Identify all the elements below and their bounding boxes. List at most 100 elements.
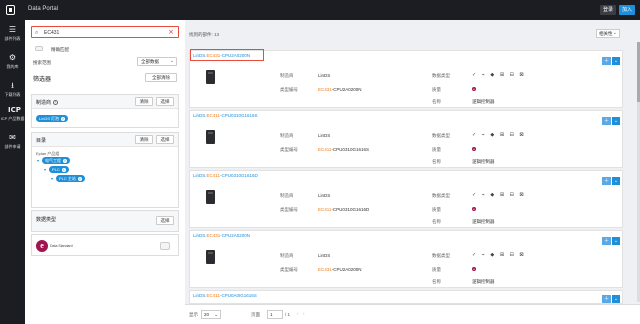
eplan-standard-label: Data Standard	[50, 244, 73, 248]
field-label-manufacturer: 制造商	[280, 253, 294, 258]
join-button[interactable]: 加入	[619, 5, 635, 15]
results-panel: 找到的部件: 13 相关性 ⌄ LinDS.EC431-CPU2A0200N 制…	[185, 20, 640, 324]
part-thumbnail[interactable]	[206, 130, 215, 144]
field-value-type-no: EC431-CPU2A0200N	[318, 87, 362, 92]
list-icon: ☰	[8, 25, 17, 34]
field-label-name: 名称	[432, 99, 441, 104]
top-bar: Data Portal 登录 加入	[0, 0, 640, 20]
part-name-link[interactable]: LinDS.EC411-CPU0A0IG1616S	[193, 293, 257, 298]
pagination-bar: 显示 20 ⌄ 页面 1 / 1 ‹ ›	[185, 304, 640, 324]
field-label-cert: 质量	[432, 87, 441, 92]
eplan-standard-checkbox[interactable]	[160, 242, 170, 250]
dropdown-chevron-icon[interactable]: ⌄	[612, 177, 620, 185]
per-page-select[interactable]: 20 ⌄	[201, 310, 221, 319]
add-to-library-icon[interactable]: ＋	[602, 177, 611, 185]
field-label-type-no: 类型编号	[280, 147, 298, 152]
add-to-library-icon[interactable]: ＋	[602, 57, 611, 65]
manufacturer-card-header: 制造商 i 清除 选择	[32, 95, 178, 109]
eplan-cert-icon: e	[472, 267, 476, 272]
app-logo-icon[interactable]	[6, 5, 15, 15]
nav-item-icp[interactable]: ICP ICP 产品数据	[0, 106, 25, 122]
sort-select[interactable]: 相关性 ⌄	[596, 29, 620, 38]
add-to-library-icon[interactable]: ＋	[602, 295, 611, 303]
result-count: 找到的部件: 13	[189, 32, 220, 37]
search-input[interactable]	[44, 29, 164, 36]
result-card[interactable]: LinDS.EC431-CPU2A0200N 制造商 LinDS 类型编号 EC…	[189, 230, 623, 288]
clear-all-button[interactable]: 全部清除	[145, 73, 177, 82]
field-label-cert: 质量	[432, 147, 441, 152]
field-value-type-no: EC411-CPU0310G1616D	[318, 207, 370, 212]
dropdown-chevron-icon[interactable]: ⌄	[612, 57, 620, 65]
tree-tag-plc[interactable]: PLC ×	[49, 166, 69, 173]
nav-item-my-library[interactable]: ⚙ 我的库	[0, 54, 25, 70]
nav-item-part-request[interactable]: ✉ 部件申请	[0, 134, 25, 150]
tree-expand-icon[interactable]: ▾	[37, 158, 39, 163]
datatype-select-button[interactable]: 选择	[156, 216, 174, 225]
manufacturer-select-button[interactable]: 选择	[156, 97, 174, 106]
eplan-standard-card: e Data Standard	[31, 234, 179, 256]
result-card[interactable]: LinDS.EC431-CPU2A0200N 制造商 LinDS 类型编号 EC…	[189, 49, 623, 108]
tree-expand-icon[interactable]: ▾	[51, 176, 53, 181]
clear-search-icon[interactable]: ×	[168, 28, 174, 36]
result-card[interactable]: LinDS.EC411-CPU0310G1616S 制造商 LinDS 类型编号…	[189, 110, 623, 168]
info-icon: i	[53, 100, 59, 106]
manufacturer-tag[interactable]: LinDS 灯泡 ×	[36, 115, 69, 122]
remove-tag-icon: ×	[63, 159, 67, 163]
add-to-library-icon[interactable]: ＋	[602, 117, 611, 125]
per-page-value: 20	[204, 312, 210, 317]
page-label: 页面	[251, 312, 260, 317]
app-title: Data Portal	[28, 6, 59, 12]
remove-tag-icon: ×	[61, 117, 66, 121]
field-value-type-no: EC411-CPU0310G1616S	[318, 147, 369, 152]
manufacturer-clear-button[interactable]: 清除	[135, 97, 153, 106]
field-label-manufacturer: 制造商	[280, 193, 294, 198]
field-label-type-no: 类型编号	[280, 267, 298, 272]
remove-tag-icon: ×	[61, 168, 66, 172]
nav-item-downloads[interactable]: ⭳ 下载列表	[0, 82, 25, 98]
settings-icon: ⚙	[8, 53, 17, 62]
search-box[interactable]: ⌕ ×	[31, 26, 179, 38]
search-scope-value: 全部数据	[141, 59, 159, 64]
prev-page-icon[interactable]: ‹	[297, 311, 299, 316]
exact-match-label: 精确匹配	[51, 47, 69, 52]
part-name-link[interactable]: LinDS.EC431-CPU2A0200N	[193, 53, 250, 58]
field-label-name: 名称	[432, 279, 441, 284]
login-button[interactable]: 登录	[600, 5, 616, 15]
result-card[interactable]: LinDS.EC411-CPU0A0IG1616S ＋ ⌄	[189, 290, 623, 304]
field-value-manufacturer: LinDS	[318, 253, 331, 258]
request-icon: ✉	[9, 133, 16, 142]
dropdown-chevron-icon[interactable]: ⌄	[612, 237, 620, 245]
part-name-link[interactable]: LinDS.EC411-CPU0310G1616D	[193, 173, 258, 178]
add-to-library-icon[interactable]: ＋	[602, 237, 611, 245]
result-card[interactable]: LinDS.EC411-CPU0310G1616D 制造商 LinDS 类型编号…	[189, 170, 623, 228]
field-label-type-no: 类型编号	[280, 87, 298, 92]
search-scope-label: 搜索范围	[33, 60, 51, 65]
part-name-link[interactable]: LinDS.EC411-CPU0310G1616S	[193, 113, 257, 118]
field-value-manufacturer: LinDS	[318, 193, 331, 198]
nav-item-parts-list[interactable]: ☰ 部件列表	[0, 26, 25, 42]
dropdown-chevron-icon[interactable]: ⌄	[612, 117, 620, 125]
part-thumbnail[interactable]	[206, 250, 215, 264]
download-icon: ⭳	[11, 81, 14, 90]
tree-tag-plc-master[interactable]: PLC 主站 ×	[56, 175, 85, 182]
search-scope-select[interactable]: 全部数据 ⌄	[137, 57, 177, 66]
page-input[interactable]: 1	[267, 310, 283, 319]
exact-match-toggle[interactable]	[35, 46, 43, 51]
part-thumbnail[interactable]	[206, 190, 215, 204]
icp-icon: ICP	[8, 106, 21, 114]
next-page-icon[interactable]: ›	[303, 311, 305, 316]
tree-tag-electrical[interactable]: 电气工程 ×	[42, 157, 70, 164]
catalog-select-button[interactable]: 选择	[156, 135, 174, 144]
field-value-desc: 逻辑控制器	[472, 279, 495, 284]
dropdown-chevron-icon[interactable]: ⌄	[612, 295, 620, 303]
field-label-name: 名称	[432, 219, 441, 224]
catalog-clear-button[interactable]: 清除	[135, 135, 153, 144]
filter-panel: ⌕ × 精确匹配 搜索范围 全部数据 ⌄ 筛选器 全部清除 制造商i 清除 选择…	[25, 20, 185, 324]
part-name-link[interactable]: LinDS.EC431-CPU2A0200N	[193, 233, 250, 238]
data-type-icons: ✓ ⌁ ◆ ⊞ ⊟ ⊠	[472, 72, 526, 78]
field-label-data-type: 数据类型	[432, 253, 450, 258]
part-thumbnail[interactable]	[206, 70, 215, 84]
tree-expand-icon[interactable]: ▾	[44, 167, 46, 172]
filter-title: 筛选器	[33, 77, 52, 83]
catalog-card-header: 目录 清除 选择	[32, 133, 178, 147]
